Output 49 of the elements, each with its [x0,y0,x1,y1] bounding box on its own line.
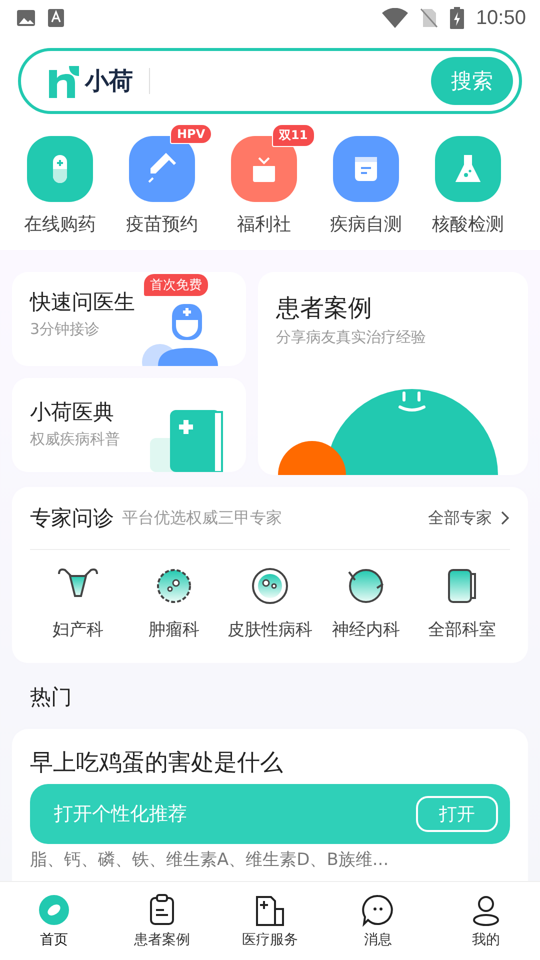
section-title: 专家问诊 [30,505,114,532]
chevron-right-icon [500,511,510,525]
wifi-icon [382,8,408,28]
article-excerpt: 脂、钙、磷、铁、维生素A、维生素D、B族维... [30,849,390,871]
article-title: 早上吃鸡蛋的害处是什么 [30,749,284,778]
shortcut-label: 在线购药 [24,213,96,236]
shortcut-label: 核酸检测 [432,213,504,236]
search-field[interactable]: 小荷 搜索 [18,48,522,114]
card-subtitle: 3分钟接诊 [30,320,101,339]
card-title: 小荷医典 [30,399,115,426]
section-subtitle: 平台优选权威三甲专家 [122,508,282,528]
shortcut-icon[interactable] [333,136,399,202]
shortcut-badge: HPV [170,124,212,144]
shortcut-label: 疾病自测 [330,213,402,236]
shortcut-badge: 双11 [272,124,315,147]
nav-tab[interactable]: 医疗服务 [216,882,324,960]
nav-tab[interactable]: 我的 [432,882,540,960]
encyclopedia-card[interactable]: 小荷医典 权威疾病科普 [12,378,246,472]
card-subtitle: 分享病友真实治疗经验 [276,328,427,347]
section-title: 热门 [29,684,73,711]
patient-cases-card[interactable]: 患者案例 分享病友真实治疗经验 [258,272,528,475]
shortcut-label: 疫苗预约 [126,213,198,236]
department-label: 神经内科 [332,619,400,641]
department-label: 皮肤性病科 [228,619,312,641]
shortcut-icon[interactable] [129,136,195,202]
font-icon [48,9,64,27]
card-title: 快速问医生 [30,289,136,316]
department-label: 全部科室 [428,619,496,641]
nav-tab[interactable]: 患者案例 [108,882,216,960]
nav-tab[interactable]: 消息 [324,882,432,960]
chat-icon [361,893,395,927]
image-icon [16,9,36,27]
nav-tab[interactable]: 首页 [0,882,108,960]
all-experts-link[interactable]: 全部专家 [428,508,510,528]
logo-text: 小荷 [85,66,133,97]
battery-charging-icon [450,7,464,29]
shortcut-label: 福利社 [237,213,291,236]
free-badge: 首次免费 [144,274,208,296]
medical-folder-icon [253,893,287,927]
card-title: 患者案例 [276,293,373,324]
card-subtitle: 权威疾病科普 [30,430,121,449]
department-label: 肿瘤科 [148,619,200,641]
status-time: 10:50 [476,6,526,30]
ask-doctor-card[interactable]: 快速问医生 3分钟接诊 首次免费 [12,272,246,366]
department-label: 妇产科 [52,619,104,641]
toast-text: 打开个性化推荐 [54,802,187,827]
home-icon [37,893,71,927]
logo-icon [47,64,81,98]
no-sim-icon [420,8,438,28]
